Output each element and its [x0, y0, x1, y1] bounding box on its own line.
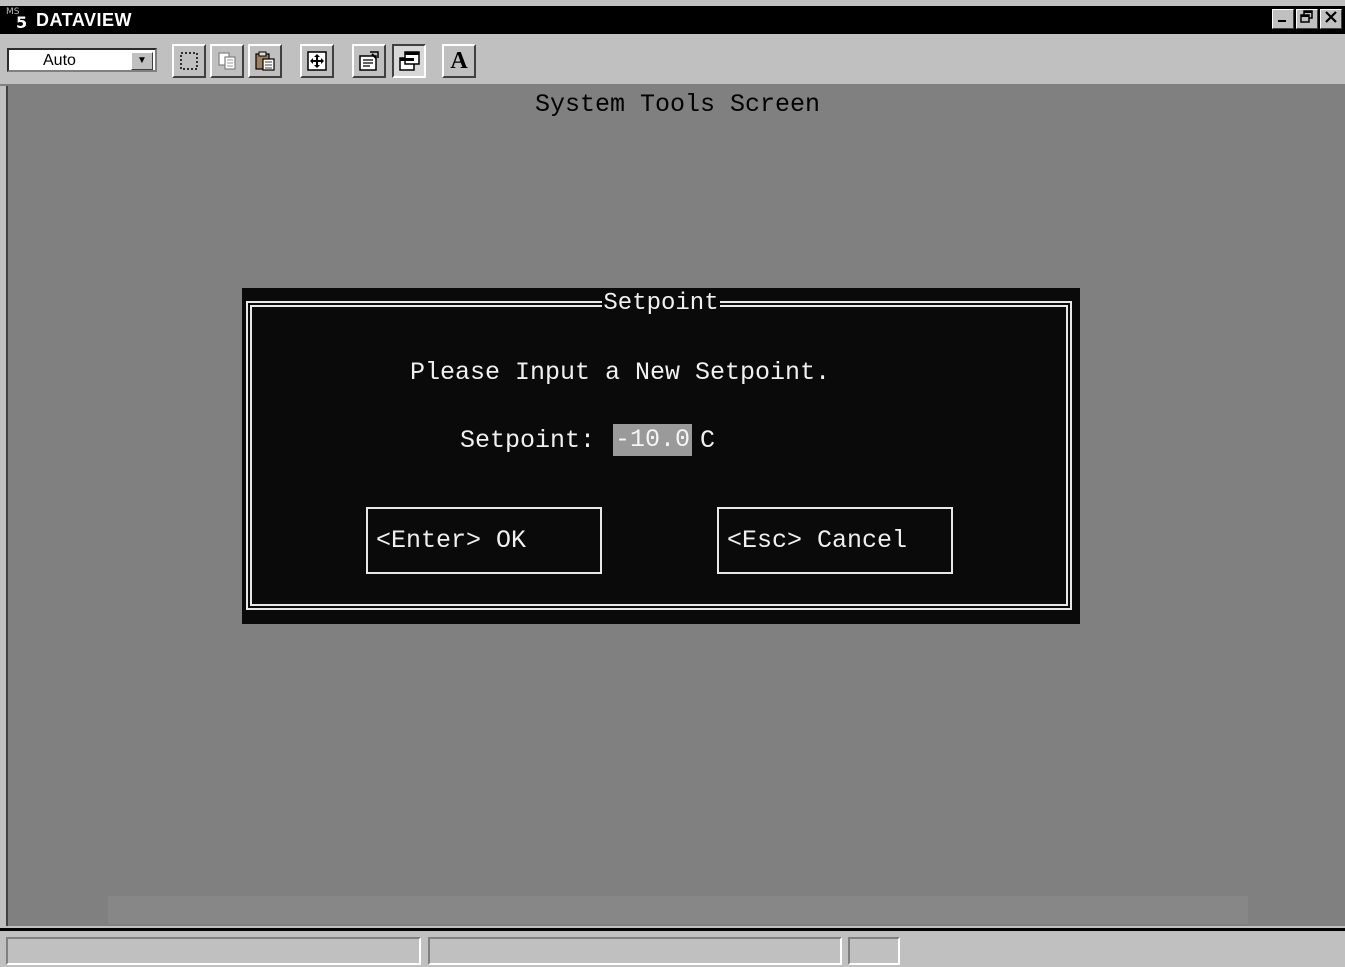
- setpoint-row: Setpoint: -10.0 C: [460, 424, 715, 456]
- window-controls: [1272, 9, 1342, 29]
- select-button[interactable]: [172, 44, 206, 78]
- dialog-title: Setpoint: [242, 290, 1080, 317]
- restore-icon: [1300, 10, 1313, 23]
- app-icon[interactable]: MS 5: [4, 7, 34, 32]
- minimize-button[interactable]: [1272, 9, 1294, 29]
- copy-button[interactable]: [210, 44, 244, 78]
- background-icon: [399, 51, 420, 71]
- select-icon: [180, 52, 198, 70]
- properties-icon: [359, 51, 379, 71]
- paste-icon: [255, 51, 275, 71]
- dialog-title-text: Setpoint: [602, 290, 720, 317]
- status-pane-2: [428, 937, 842, 965]
- setpoint-label: Setpoint:: [460, 425, 596, 455]
- screen-title: System Tools Screen: [534, 90, 821, 119]
- restore-button[interactable]: [1296, 9, 1318, 29]
- minimize-icon: [1278, 20, 1286, 22]
- ok-button[interactable]: <Enter> OK: [366, 507, 602, 574]
- window-title: DATAVIEW: [36, 9, 132, 30]
- font-size-select[interactable]: Auto ▼: [7, 48, 157, 72]
- status-pane-3: [848, 937, 900, 965]
- font-button[interactable]: A: [442, 44, 476, 78]
- app-icon-number: 5: [16, 13, 28, 32]
- font-size-value: Auto: [43, 52, 76, 69]
- fullscreen-icon: [307, 51, 327, 71]
- status-line-area: [108, 896, 1248, 924]
- setpoint-dialog: Setpoint Please Input a New Setpoint. Se…: [242, 288, 1080, 624]
- toolbar: Auto ▼ A: [0, 36, 1345, 86]
- paste-button[interactable]: [248, 44, 282, 78]
- close-icon: [1325, 11, 1337, 23]
- dialog-prompt: Please Input a New Setpoint.: [410, 358, 831, 387]
- cancel-button[interactable]: <Esc> Cancel: [717, 507, 953, 574]
- font-icon: A: [450, 47, 468, 74]
- close-button[interactable]: [1320, 9, 1342, 29]
- fullscreen-button[interactable]: [300, 44, 334, 78]
- chevron-down-icon[interactable]: ▼: [131, 52, 153, 70]
- setpoint-unit: C: [700, 425, 716, 455]
- title-bar: MS 5 DATAVIEW: [0, 6, 1345, 34]
- status-pane-1: [6, 937, 421, 965]
- copy-icon: [218, 52, 236, 70]
- status-bar: [0, 928, 1345, 967]
- setpoint-input[interactable]: -10.0: [613, 424, 693, 456]
- background-button[interactable]: [392, 44, 426, 78]
- properties-button[interactable]: [352, 44, 386, 78]
